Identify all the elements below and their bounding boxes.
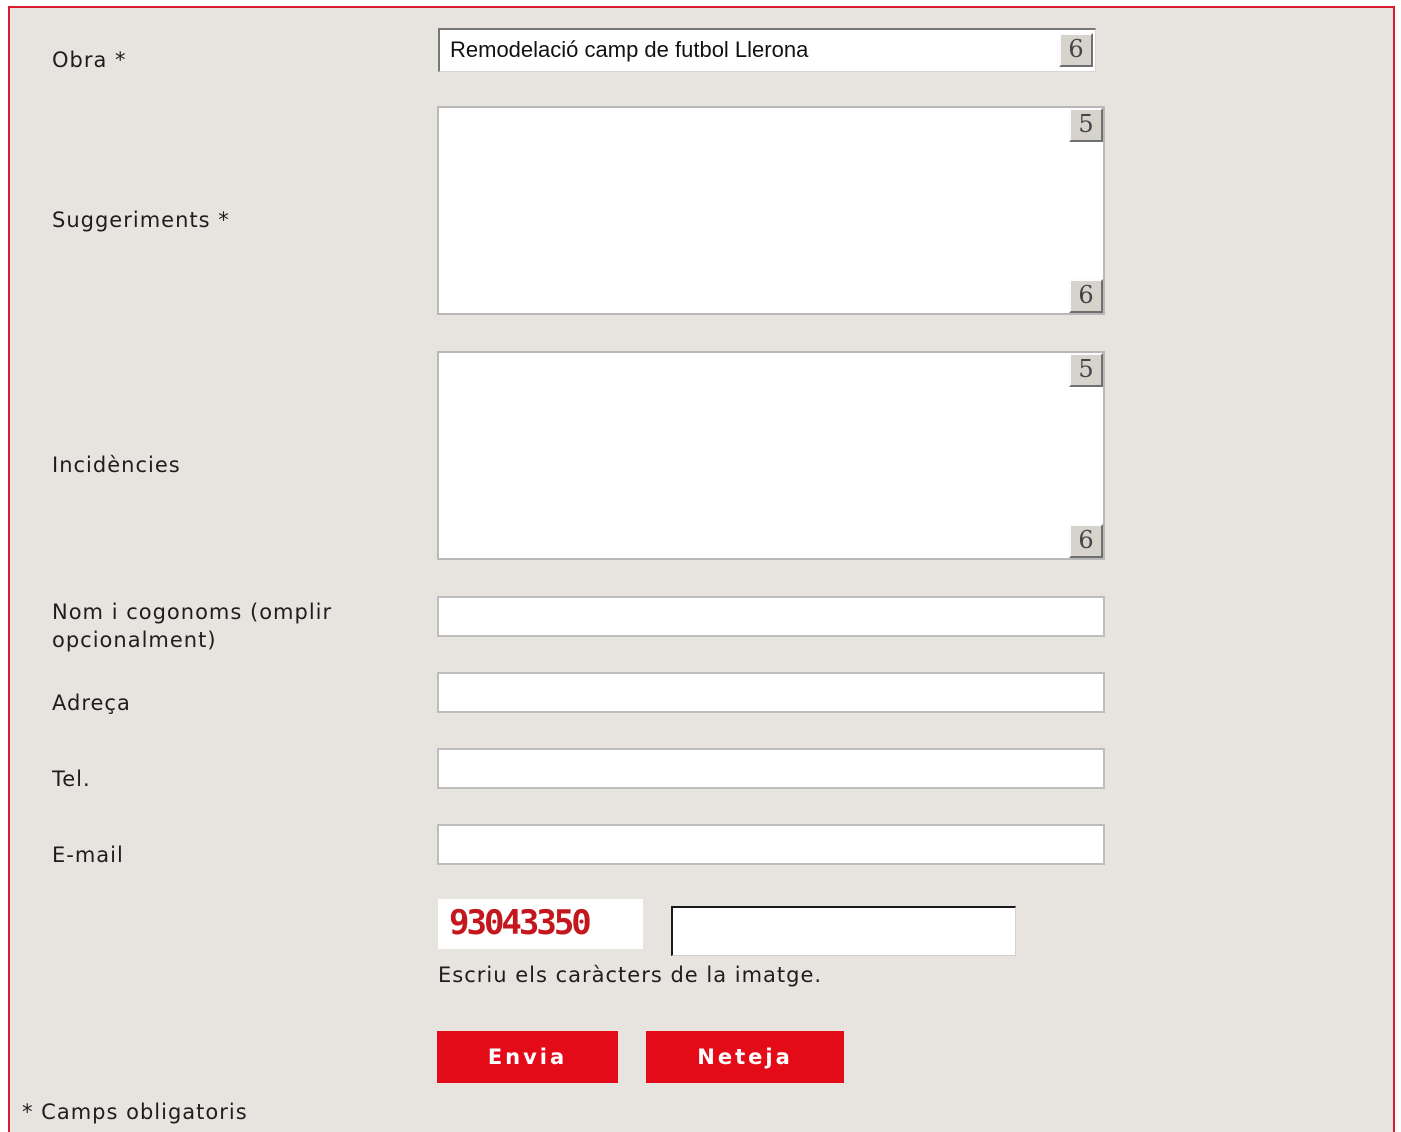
nom-label-line2: opcionalment) bbox=[52, 628, 217, 652]
adreca-input[interactable] bbox=[437, 672, 1105, 713]
captcha-text: 93043350 bbox=[449, 903, 592, 943]
email-input[interactable] bbox=[437, 824, 1105, 865]
scroll-down-icon[interactable]: 6 bbox=[1069, 524, 1103, 558]
obra-selected-value: Remodelació camp de futbol Llerona bbox=[450, 37, 809, 62]
scroll-up-icon[interactable]: 5 bbox=[1069, 353, 1103, 387]
scroll-up-icon[interactable]: 5 bbox=[1069, 108, 1103, 142]
tel-label: Tel. bbox=[52, 767, 91, 791]
suggeriments-label: Suggeriments * bbox=[52, 208, 230, 232]
obra-label: Obra * bbox=[52, 48, 127, 72]
send-button[interactable]: Envia bbox=[437, 1031, 618, 1083]
nom-label-line1: Nom i cogonoms (omplir bbox=[52, 600, 333, 624]
obra-select[interactable]: Remodelació camp de futbol Llerona 6 bbox=[438, 28, 1096, 72]
captcha-image: 93043350 bbox=[438, 899, 643, 949]
suggeriments-textarea[interactable]: 5 6 bbox=[437, 106, 1105, 315]
reset-button[interactable]: Neteja bbox=[646, 1031, 844, 1083]
captcha-hint: Escriu els caràcters de la imatge. bbox=[438, 963, 823, 987]
form-panel: Obra * Remodelació camp de futbol Lleron… bbox=[8, 6, 1395, 1132]
captcha-input[interactable] bbox=[671, 906, 1016, 956]
adreca-label: Adreça bbox=[52, 691, 131, 715]
chevron-down-icon[interactable]: 6 bbox=[1059, 33, 1093, 67]
scroll-down-icon[interactable]: 6 bbox=[1069, 279, 1103, 313]
nom-label: Nom i cogonoms (omplir opcionalment) bbox=[52, 598, 332, 654]
tel-input[interactable] bbox=[437, 748, 1105, 789]
email-label: E-mail bbox=[52, 843, 124, 867]
incidencies-label: Incidències bbox=[52, 453, 181, 477]
incidencies-textarea[interactable]: 5 6 bbox=[437, 351, 1105, 560]
required-fields-note: * Camps obligatoris bbox=[22, 1100, 248, 1124]
nom-input[interactable] bbox=[437, 596, 1105, 637]
